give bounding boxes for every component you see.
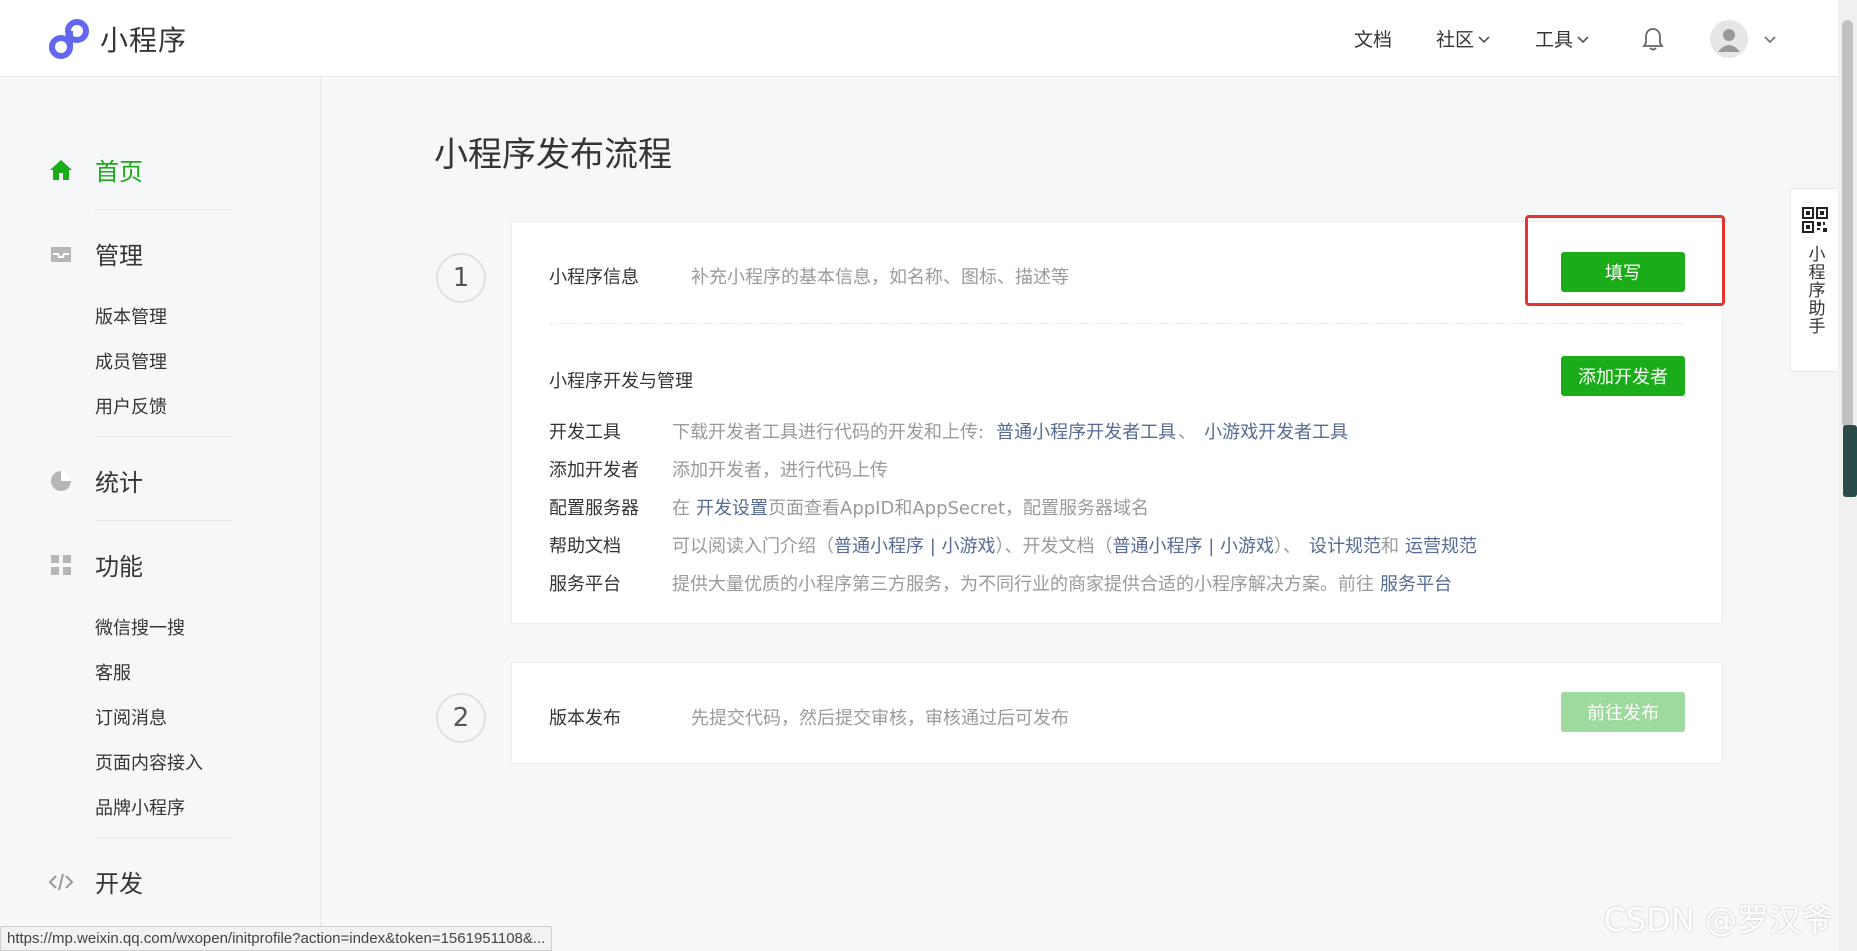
page-title: 小程序发布流程 [434,135,672,175]
sidebar-divider [95,209,232,210]
sidebar-divider [95,837,232,838]
sidebar-item-subscribe-message[interactable]: 订阅消息 [95,704,167,730]
sidebar-manage-label: 管理 [95,242,143,270]
sidebar-develop-label: 开发 [95,870,143,898]
nav-community[interactable]: 社区 [1436,25,1491,52]
dev-row-text: ）、开发文档（ [995,536,1113,557]
link-game-dev-tool[interactable]: 小游戏开发者工具 [1204,418,1348,444]
sidebar-item-member-manage[interactable]: 成员管理 [95,348,167,374]
dev-row-add-developer: 添加开发者 添加开发者，进行代码上传 [549,456,888,482]
pie-chart-icon [51,470,71,491]
sidebar-home-label: 首页 [95,158,143,186]
sidebar-item-home[interactable]: 首页 [48,152,143,187]
sidebar-divider [95,436,232,437]
dev-row-text: 提供大量优质的小程序第三方服务，为不同行业的商家提供合适的小程序解决方案。前往 [672,574,1374,595]
dev-row-text: 页面查看AppID和AppSecret，配置服务器域名 [768,498,1150,519]
dev-row-label: 开发工具 [549,422,621,443]
step-number-1: 1 [436,253,486,303]
dev-row-label: 服务平台 [549,574,621,595]
publish-title: 版本发布 [549,708,621,729]
dev-row-help-docs: 帮助文档 可以阅读入门介绍（ 普通小程序 | 小游戏 ）、开发文档（ 普通小程序… [549,532,1477,558]
sidebar-item-version-manage[interactable]: 版本管理 [95,303,167,329]
link-dev-settings[interactable]: 开发设置 [696,494,768,520]
sidebar-item-stats[interactable]: 统计 [48,463,143,498]
nav-tools[interactable]: 工具 [1535,25,1590,52]
dev-row-service-platform: 服务平台 提供大量优质的小程序第三方服务，为不同行业的商家提供合适的小程序解决方… [549,570,1452,596]
publish-desc: 先提交代码，然后提交审核，审核通过后可发布 [691,708,1069,729]
dev-row-server-config: 配置服务器 在 开发设置 页面查看AppID和AppSecret，配置服务器域名 [549,494,1149,520]
mini-program-assistant[interactable]: 小程序助手 [1790,188,1838,372]
dev-row-text: 下载开发者工具进行代码的开发和上传: [672,422,985,443]
dev-row-label: 添加开发者 [549,460,639,481]
link-normal-dev-tool[interactable]: 普通小程序开发者工具 [996,418,1176,444]
app-title: 小程序 [100,24,188,57]
dev-row-label: 帮助文档 [549,536,621,557]
top-header: 小程序 文档 社区 工具 [0,0,1838,77]
add-developer-button[interactable]: 添加开发者 [1561,356,1685,396]
home-icon [50,159,72,180]
link-operation-spec[interactable]: 运营规范 [1405,532,1477,558]
separator: 、 [1178,422,1197,443]
grid-icon [51,554,71,575]
card-divider [549,323,1684,324]
nav-docs-label: 文档 [1353,29,1392,51]
sidebar-item-page-content[interactable]: 页面内容接入 [95,749,203,775]
sidebar: 首页 管理 版本管理 成员管理 用户反馈 统计 功能 微信搜一搜 客服 订阅消息… [0,78,321,951]
info-title: 小程序信息 [549,267,639,288]
sidebar-item-develop[interactable]: 开发 [48,864,143,899]
step2-card: 版本发布 先提交代码，然后提交审核，审核通过后可发布 前往发布 [511,662,1723,764]
sidebar-item-brand-mini-program[interactable]: 品牌小程序 [95,794,185,820]
scrollbar-thumb[interactable] [1842,20,1853,428]
inbox-icon [51,246,71,262]
sidebar-item-user-feedback[interactable]: 用户反馈 [95,393,167,419]
chevron-down-icon [1478,35,1490,43]
qr-code-icon [1801,207,1828,233]
dev-manage-title: 小程序开发与管理 [549,371,693,392]
sidebar-item-manage[interactable]: 管理 [48,236,143,271]
logo[interactable]: 小程序 [48,18,187,60]
chevron-down-icon [1577,35,1589,43]
dev-row-tools: 开发工具 下载开发者工具进行代码的开发和上传: 普通小程序开发者工具 、 小游戏… [549,418,1348,444]
sidebar-item-features[interactable]: 功能 [48,547,143,582]
link-design-spec[interactable]: 设计规范 [1309,532,1381,558]
code-icon [48,873,74,890]
sidebar-features-label: 功能 [95,553,143,581]
nav-tools-label: 工具 [1534,29,1573,51]
go-publish-button[interactable]: 前往发布 [1561,692,1685,732]
assistant-label: 小程序助手 [1804,245,1825,335]
sidebar-stats-label: 统计 [95,469,143,497]
dev-row-text: 在 [672,498,690,519]
top-nav: 文档 社区 工具 [1310,0,1778,77]
sidebar-divider [95,520,232,521]
link-intro-docs[interactable]: 普通小程序 | 小游戏 [834,532,996,558]
nav-community-label: 社区 [1435,29,1474,51]
scroll-widget [1843,425,1857,497]
highlight-box [1525,215,1725,306]
sidebar-item-customer-service[interactable]: 客服 [95,659,131,685]
chevron-down-icon [1764,35,1776,43]
dev-row-text: 可以阅读入门介绍（ [672,536,834,557]
link-service-platform[interactable]: 服务平台 [1380,570,1452,596]
dev-row-text: 和 [1381,536,1400,557]
info-desc: 补充小程序的基本信息，如名称、图标、描述等 [691,267,1069,288]
dev-row-text: ）、 [1274,536,1302,557]
link-dev-docs[interactable]: 普通小程序 | 小游戏 [1113,532,1275,558]
status-bar-url: https://mp.weixin.qq.com/wxopen/initprof… [0,926,553,951]
dev-row-text: 添加开发者，进行代码上传 [672,460,888,481]
step-number-2: 2 [436,693,486,743]
avatar[interactable] [1710,19,1748,58]
watermark: CSDN @罗汉爷 [1603,901,1833,939]
sidebar-item-wechat-search[interactable]: 微信搜一搜 [95,614,185,640]
user-icon [1718,28,1740,52]
dev-row-label: 配置服务器 [549,498,639,519]
nav-docs[interactable]: 文档 [1354,25,1392,52]
mini-program-logo-icon [49,19,89,59]
bell-icon[interactable] [1640,26,1666,52]
user-menu[interactable] [1710,19,1778,58]
